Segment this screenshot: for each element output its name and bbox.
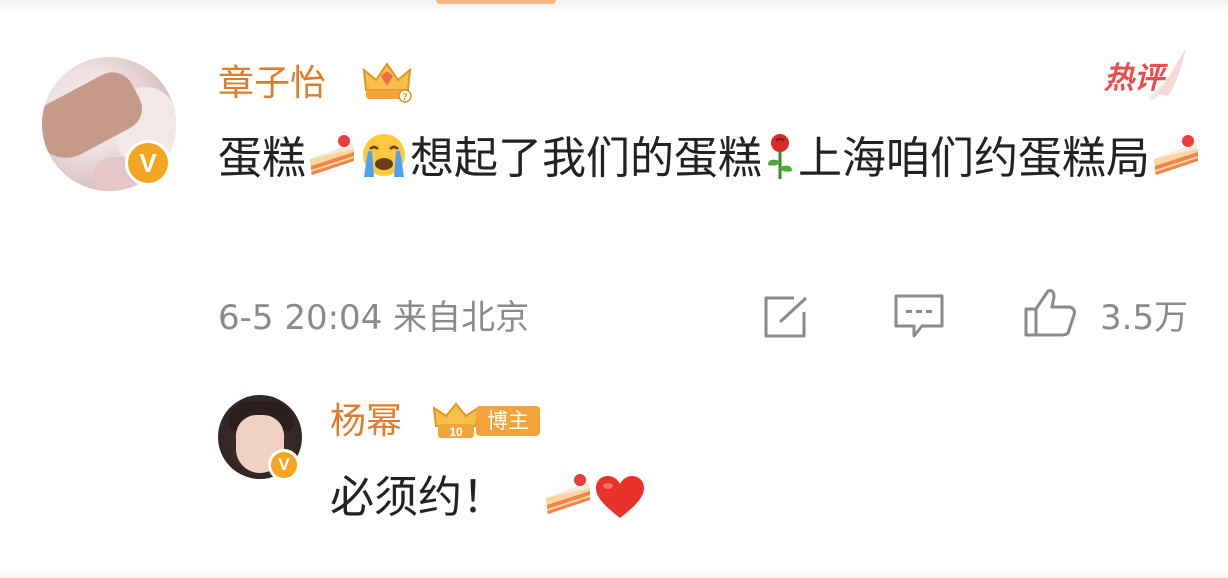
verified-icon: V [125, 140, 171, 186]
top-divider [0, 0, 1228, 12]
blogger-badge: 10 博主 [430, 400, 542, 442]
loudly-crying-face-icon [363, 134, 405, 177]
comment-text-segment: 上海咱们约蛋糕局 [798, 133, 1150, 184]
blogger-label: 博主 [476, 406, 540, 436]
cake-slice-icon [1154, 135, 1198, 175]
reply-text: 必须约！ [330, 472, 506, 523]
comment-body: 蛋糕 想起了我们的蛋糕 上海咱们约蛋糕局 [218, 127, 1208, 191]
comment-meta: 6-5 20:04 来自北京 [218, 298, 529, 338]
comment-location: 来自北京 [393, 298, 530, 338]
like-count: 3.5万 [1100, 298, 1189, 338]
tab-indicator [436, 0, 556, 4]
verified-icon: V [268, 449, 300, 481]
comment-timestamp: 6-5 20:04 [218, 298, 383, 338]
rose-icon [768, 134, 792, 179]
hot-comment-badge: 热评 [1098, 44, 1190, 104]
reply-body: 必须约！ [330, 466, 646, 530]
level-crown-icon: 10 [432, 402, 480, 439]
reply-username[interactable]: 杨幂 [330, 402, 402, 442]
cake-slice-icon [310, 135, 354, 175]
level-number: 10 [449, 425, 463, 439]
comment-text-segment: 蛋糕 [218, 133, 306, 184]
bottom-divider [0, 566, 1228, 578]
svg-text:7: 7 [402, 92, 407, 102]
comment-icon[interactable] [892, 292, 946, 342]
red-heart-icon [596, 476, 644, 518]
share-icon[interactable] [760, 294, 812, 340]
comment-username[interactable]: 章子怡 [218, 64, 326, 104]
hot-comment-label: 热评 [1104, 61, 1164, 96]
crown-icon: 7 [362, 62, 412, 103]
comment-text-segment: 想起了我们的蛋糕 [410, 133, 762, 184]
cake-slice-icon [546, 474, 590, 514]
like-icon[interactable] [1022, 287, 1078, 339]
